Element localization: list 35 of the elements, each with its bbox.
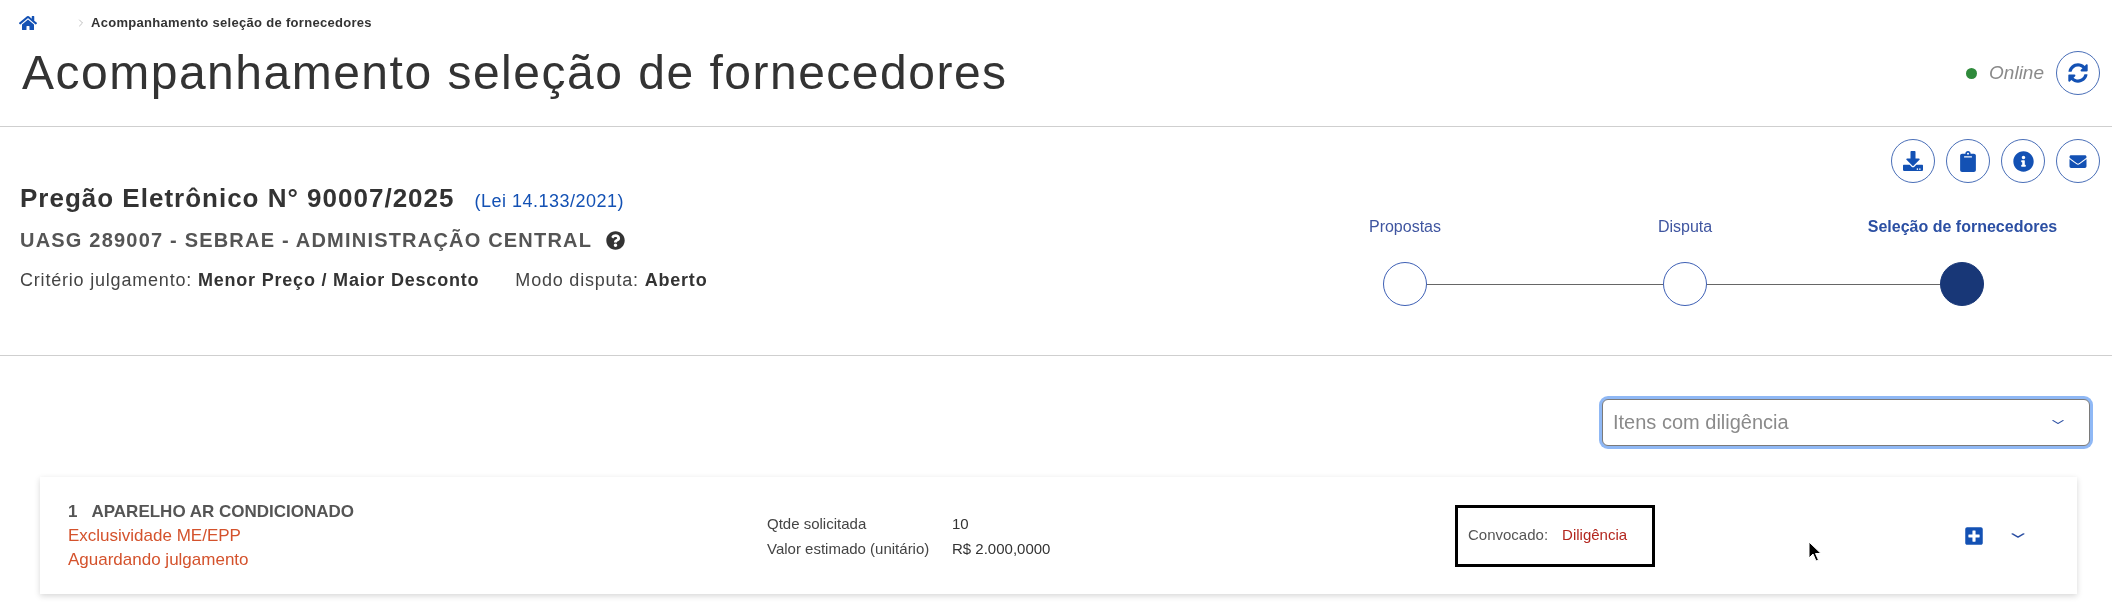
- item-name: APARELHO AR CONDICIONADO: [91, 500, 355, 523]
- agency-name: UASG 289007 - SEBRAE - ADMINISTRAÇÃO CENTRAL: [20, 228, 593, 253]
- procurement-title: Pregão Eletrônico N° 90007/2025: [20, 183, 455, 213]
- status-value: Diligência: [1562, 525, 1628, 546]
- field-label: Valor estimado (unitário): [767, 538, 930, 559]
- detail-text: Modo disputa: Aberto: [515, 269, 708, 292]
- status-label: Convocado:: [1468, 525, 1549, 546]
- mail-icon: [2067, 152, 2089, 170]
- item-number: 1: [68, 500, 78, 523]
- breadcrumb-current: Acompanhamento seleção de fornecedores: [91, 14, 372, 33]
- info-icon: [2012, 150, 2034, 172]
- refresh-icon: [2068, 63, 2088, 83]
- field-value: 10: [952, 513, 969, 534]
- mouse-cursor-icon: [1808, 541, 1823, 563]
- field-value: R$ 2.000,0000: [952, 538, 1051, 559]
- step-label: Disputa: [1657, 217, 1713, 237]
- item-tag-text: Aguardando julgamento: [68, 548, 249, 571]
- info-button[interactable]: [2001, 139, 2045, 183]
- connection-status: Online: [1989, 60, 2044, 85]
- detail-text: Critério julgamento: Menor Preço / Maior Desconto: [20, 269, 480, 292]
- filter-select[interactable]: Itens com diligência: [1602, 399, 2090, 446]
- page-title: Acompanhamento seleção de fornecedores: [22, 49, 1008, 97]
- help-icon[interactable]: [606, 230, 626, 250]
- field-label: Qtde solicitada: [767, 513, 867, 534]
- home-icon[interactable]: [19, 15, 37, 31]
- law-link[interactable]: (Lei 14.133/2021): [474, 188, 625, 215]
- download-button[interactable]: [1891, 139, 1935, 183]
- mail-button[interactable]: [2056, 139, 2100, 183]
- clipboard-button[interactable]: [1946, 139, 1990, 183]
- step-label: Seleção de fornecedores: [1867, 217, 2058, 237]
- item-tag-text: Exclusividade ME/EPP: [68, 524, 241, 547]
- clipboard-icon: [1960, 150, 1976, 172]
- step-label: Propostas: [1368, 217, 1441, 237]
- refresh-button[interactable]: [2056, 51, 2100, 95]
- download-icon: [1903, 151, 1923, 171]
